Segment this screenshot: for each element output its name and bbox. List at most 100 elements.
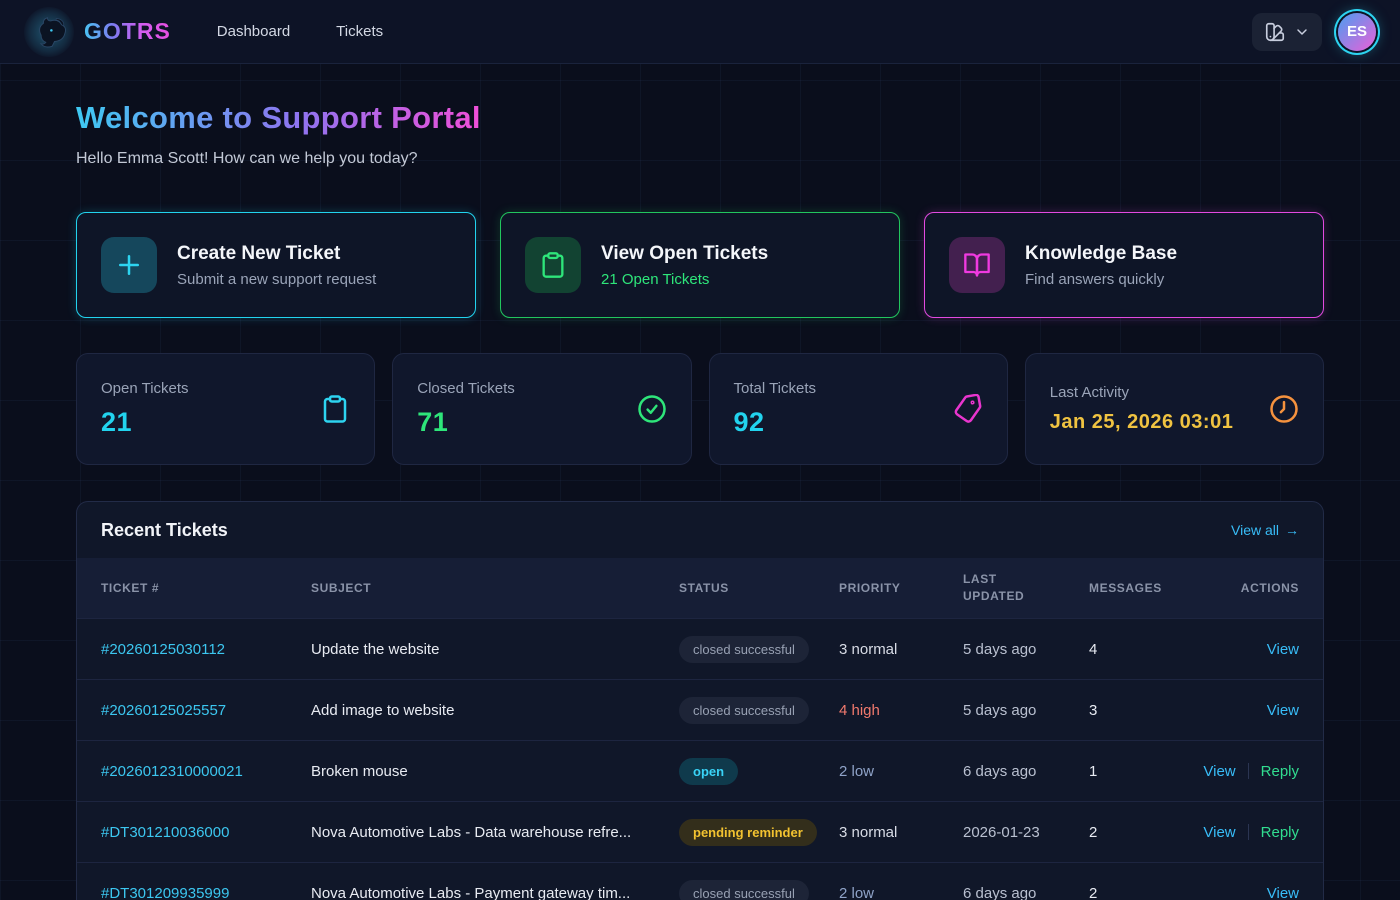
page-subtitle: Hello Emma Scott! How can we help you to…: [76, 150, 1324, 168]
quick-actions: Create New Ticket Submit a new support r…: [76, 212, 1324, 318]
table-row: #20260125030112 Update the website close…: [77, 618, 1323, 679]
page-title: Welcome to Support Portal: [76, 100, 481, 136]
table-row: #DT301210036000 Nova Automotive Labs - D…: [77, 801, 1323, 862]
stat-open-tickets: Open Tickets 21: [76, 353, 375, 465]
col-status: STATUS: [679, 581, 839, 595]
status-badge: closed successful: [679, 880, 809, 900]
view-link[interactable]: View: [1203, 763, 1235, 780]
ticket-updated: 5 days ago: [963, 641, 1089, 658]
ticket-messages: 1: [1089, 763, 1199, 780]
stat-label: Closed Tickets: [417, 380, 515, 397]
stat-value: 71: [417, 407, 515, 438]
view-link[interactable]: View: [1267, 702, 1299, 719]
stat-total-tickets: Total Tickets 92: [709, 353, 1008, 465]
ticket-subject: Broken mouse: [311, 763, 679, 780]
stat-closed-tickets: Closed Tickets 71: [392, 353, 691, 465]
stat-label: Last Activity: [1050, 384, 1234, 401]
avatar[interactable]: ES: [1338, 13, 1376, 51]
table-row: #20260125025557 Add image to website clo…: [77, 679, 1323, 740]
clock-icon: [1269, 394, 1299, 424]
action-card-title: Knowledge Base: [1025, 243, 1177, 265]
swatchbook-icon: [1264, 21, 1286, 43]
stat-label: Total Tickets: [734, 380, 817, 397]
recent-tickets-panel: Recent Tickets View all → TICKET # SUBJE…: [76, 501, 1324, 900]
col-last-updated: LAST UPDATED: [963, 571, 1089, 605]
ticket-number-link[interactable]: #DT301209935999: [101, 885, 311, 900]
ticket-subject: Update the website: [311, 641, 679, 658]
stats-row: Open Tickets 21 Closed Tickets 71 Total …: [76, 353, 1324, 465]
stat-value: 21: [101, 407, 189, 438]
col-subject: SUBJECT: [311, 581, 679, 595]
reply-link[interactable]: Reply: [1261, 763, 1299, 780]
ticket-messages: 4: [1089, 641, 1199, 658]
goat-logo-icon: [24, 7, 74, 57]
nav-item-tickets[interactable]: Tickets: [336, 23, 383, 40]
ticket-number-link[interactable]: #20260125030112: [101, 641, 311, 658]
ticket-updated: 2026-01-23: [963, 824, 1089, 841]
top-navbar: GOTRS Dashboard Tickets ES: [0, 0, 1400, 64]
reply-link[interactable]: Reply: [1261, 824, 1299, 841]
table-row: #2026012310000021 Broken mouse open 2 lo…: [77, 740, 1323, 801]
chevron-down-icon: [1294, 24, 1310, 40]
ticket-number-link[interactable]: #2026012310000021: [101, 763, 311, 780]
brand-name: GOTRS: [84, 18, 171, 45]
ticket-priority: 3 normal: [839, 824, 963, 841]
ticket-messages: 3: [1089, 702, 1199, 719]
ticket-number-link[interactable]: #DT301210036000: [101, 824, 311, 841]
action-card-subtitle: Find answers quickly: [1025, 271, 1177, 288]
view-link[interactable]: View: [1203, 824, 1235, 841]
create-ticket-card[interactable]: Create New Ticket Submit a new support r…: [76, 212, 476, 318]
check-circle-icon: [637, 394, 667, 424]
view-link[interactable]: View: [1267, 641, 1299, 658]
clipboard-icon: [525, 237, 581, 293]
main-content: Welcome to Support Portal Hello Emma Sco…: [0, 64, 1400, 900]
clipboard-icon: [320, 394, 350, 424]
book-open-icon: [949, 237, 1005, 293]
ticket-messages: 2: [1089, 885, 1199, 900]
table-row: #DT301209935999 Nova Automotive Labs - P…: [77, 862, 1323, 900]
theme-switcher-button[interactable]: [1252, 13, 1322, 51]
brand-logo[interactable]: GOTRS: [24, 7, 171, 57]
table-header: TICKET # SUBJECT STATUS PRIORITY LAST UP…: [77, 558, 1323, 618]
plus-icon: [101, 237, 157, 293]
status-badge: open: [679, 758, 738, 785]
ticket-subject: Nova Automotive Labs - Payment gateway t…: [311, 885, 679, 900]
view-open-tickets-card[interactable]: View Open Tickets 21 Open Tickets: [500, 212, 900, 318]
action-divider: [1248, 763, 1249, 779]
action-card-subtitle: Submit a new support request: [177, 271, 376, 288]
status-badge: closed successful: [679, 636, 809, 663]
status-badge: pending reminder: [679, 819, 817, 846]
ticket-updated: 5 days ago: [963, 702, 1089, 719]
col-actions: ACTIONS: [1199, 581, 1299, 595]
col-messages: MESSAGES: [1089, 581, 1199, 595]
action-divider: [1248, 824, 1249, 840]
tag-icon: [953, 394, 983, 424]
ticket-number-link[interactable]: #20260125025557: [101, 702, 311, 719]
stat-last-activity: Last Activity Jan 25, 2026 03:01: [1025, 353, 1324, 465]
knowledge-base-card[interactable]: Knowledge Base Find answers quickly: [924, 212, 1324, 318]
action-card-title: Create New Ticket: [177, 243, 376, 265]
col-ticket: TICKET #: [101, 581, 311, 595]
view-all-link[interactable]: View all →: [1231, 522, 1299, 538]
stat-value: 92: [734, 407, 817, 438]
panel-title: Recent Tickets: [101, 520, 228, 541]
action-card-subtitle: 21 Open Tickets: [601, 271, 768, 288]
ticket-updated: 6 days ago: [963, 885, 1089, 900]
ticket-priority: 4 high: [839, 702, 963, 719]
ticket-priority: 2 low: [839, 763, 963, 780]
col-priority: PRIORITY: [839, 581, 963, 595]
ticket-priority: 2 low: [839, 885, 963, 900]
action-card-title: View Open Tickets: [601, 243, 768, 265]
ticket-updated: 6 days ago: [963, 763, 1089, 780]
ticket-subject: Nova Automotive Labs - Data warehouse re…: [311, 824, 679, 841]
ticket-priority: 3 normal: [839, 641, 963, 658]
view-all-label: View all: [1231, 522, 1279, 538]
nav-item-dashboard[interactable]: Dashboard: [217, 23, 290, 40]
ticket-subject: Add image to website: [311, 702, 679, 719]
stat-label: Open Tickets: [101, 380, 189, 397]
view-link[interactable]: View: [1267, 885, 1299, 900]
status-badge: closed successful: [679, 697, 809, 724]
arrow-right-icon: →: [1285, 522, 1299, 538]
ticket-messages: 2: [1089, 824, 1199, 841]
stat-value: Jan 25, 2026 03:01: [1050, 411, 1234, 434]
